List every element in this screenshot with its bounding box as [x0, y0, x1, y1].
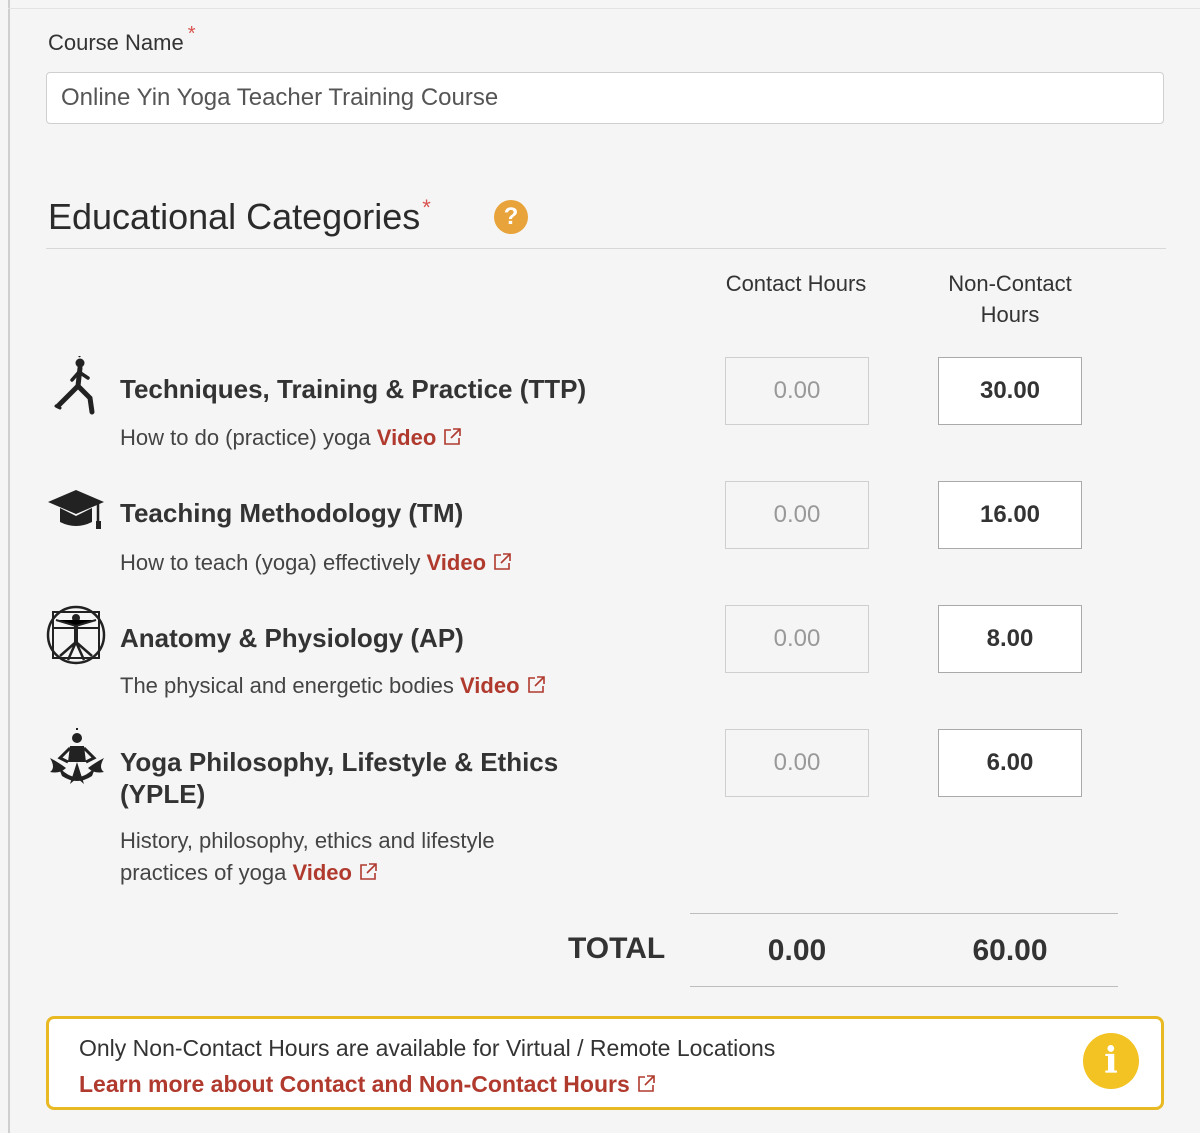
noncontact-hours-input-yple[interactable] [938, 729, 1082, 797]
notice-text: Only Non-Contact Hours are available for… [79, 1035, 776, 1061]
column-header-line: Hours [980, 302, 1040, 327]
course-name-label: Course Name * [48, 23, 196, 56]
section-title-text: Educational Categories [48, 196, 421, 237]
learn-more-link[interactable]: Learn more about Contact and Non-Contact… [79, 1071, 656, 1100]
category-title-yple: Yoga Philosophy, Lifestyle & Ethics (YPL… [120, 746, 558, 810]
video-link-yple[interactable]: Video [292, 860, 352, 885]
category-title-ap: Anatomy & Physiology (AP) [120, 623, 464, 653]
noncontact-hours-input-tm[interactable] [938, 481, 1082, 549]
external-link-icon[interactable] [358, 859, 378, 891]
question-circle-icon[interactable]: ? [494, 200, 528, 234]
category-title-line: Yoga Philosophy, Lifestyle & Ethics [120, 747, 559, 777]
graduation-cap-icon [46, 486, 106, 546]
noncontact-hours-input-ap[interactable] [938, 605, 1082, 673]
required-asterisk: * [422, 195, 431, 220]
video-link-ttp[interactable]: Video [377, 425, 437, 450]
category-desc-tm: How to teach (yoga) effectively Video [120, 547, 512, 581]
contact-hours-input-yple[interactable] [725, 729, 869, 797]
required-asterisk: * [187, 23, 196, 45]
contact-hours-input-ttp[interactable] [725, 357, 869, 425]
course-name-label-text: Course Name [48, 30, 184, 55]
learn-more-link-text[interactable]: Learn more about Contact and Non-Contact… [79, 1071, 630, 1097]
category-desc-ap: The physical and energetic bodies Video [120, 670, 546, 704]
category-title-ttp: Techniques, Training & Practice (TTP) [120, 374, 587, 404]
total-divider-top [690, 913, 1118, 914]
external-link-icon[interactable] [526, 672, 546, 704]
video-link-tm[interactable]: Video [427, 550, 487, 575]
total-noncontact-hours: 60.00 [972, 934, 1048, 967]
total-contact-hours: 0.00 [767, 934, 827, 967]
vitruvian-man-icon [46, 604, 106, 665]
total-label: TOTAL [568, 932, 666, 965]
category-desc-text: How to do (practice) yoga [120, 425, 371, 450]
category-title-tm: Teaching Methodology (TM) [120, 498, 464, 528]
info-circle-icon: i [1083, 1033, 1139, 1089]
category-desc-line-2: practices of yoga Video [120, 857, 495, 891]
category-desc-text: How to teach (yoga) effectively [120, 550, 421, 575]
external-link-icon[interactable] [636, 1073, 656, 1100]
external-link-icon[interactable] [492, 549, 512, 581]
noncontact-hours-input-ttp[interactable] [938, 357, 1082, 425]
contact-hours-input-ap[interactable] [725, 605, 869, 673]
category-desc-text: practices of yoga [120, 860, 287, 885]
category-title-line: (YPLE) [120, 779, 206, 809]
video-link-ap[interactable]: Video [460, 673, 520, 698]
course-name-input[interactable] [46, 72, 1164, 124]
category-desc-text: The physical and energetic bodies [120, 673, 454, 698]
external-link-icon[interactable] [442, 424, 462, 456]
category-desc-line: History, philosophy, ethics and lifestyl… [120, 828, 495, 853]
lotus-meditation-icon [46, 727, 106, 788]
column-header-line: Non-Contact [948, 271, 1072, 296]
column-header-non-contact-hours: Non-Contact Hours [918, 268, 1102, 330]
left-border [8, 0, 10, 1133]
top-border [8, 8, 1200, 9]
category-desc-ttp: How to do (practice) yoga Video [120, 422, 462, 456]
total-divider-bottom [690, 986, 1118, 987]
yoga-pose-icon [46, 353, 106, 416]
category-desc-yple: History, philosophy, ethics and lifestyl… [120, 825, 495, 891]
column-header-contact-hours: Contact Hours [725, 271, 867, 296]
contact-hours-input-tm[interactable] [725, 481, 869, 549]
notice-box: Only Non-Contact Hours are available for… [46, 1016, 1164, 1110]
section-title: Educational Categories* [48, 195, 431, 238]
section-divider [46, 248, 1166, 249]
